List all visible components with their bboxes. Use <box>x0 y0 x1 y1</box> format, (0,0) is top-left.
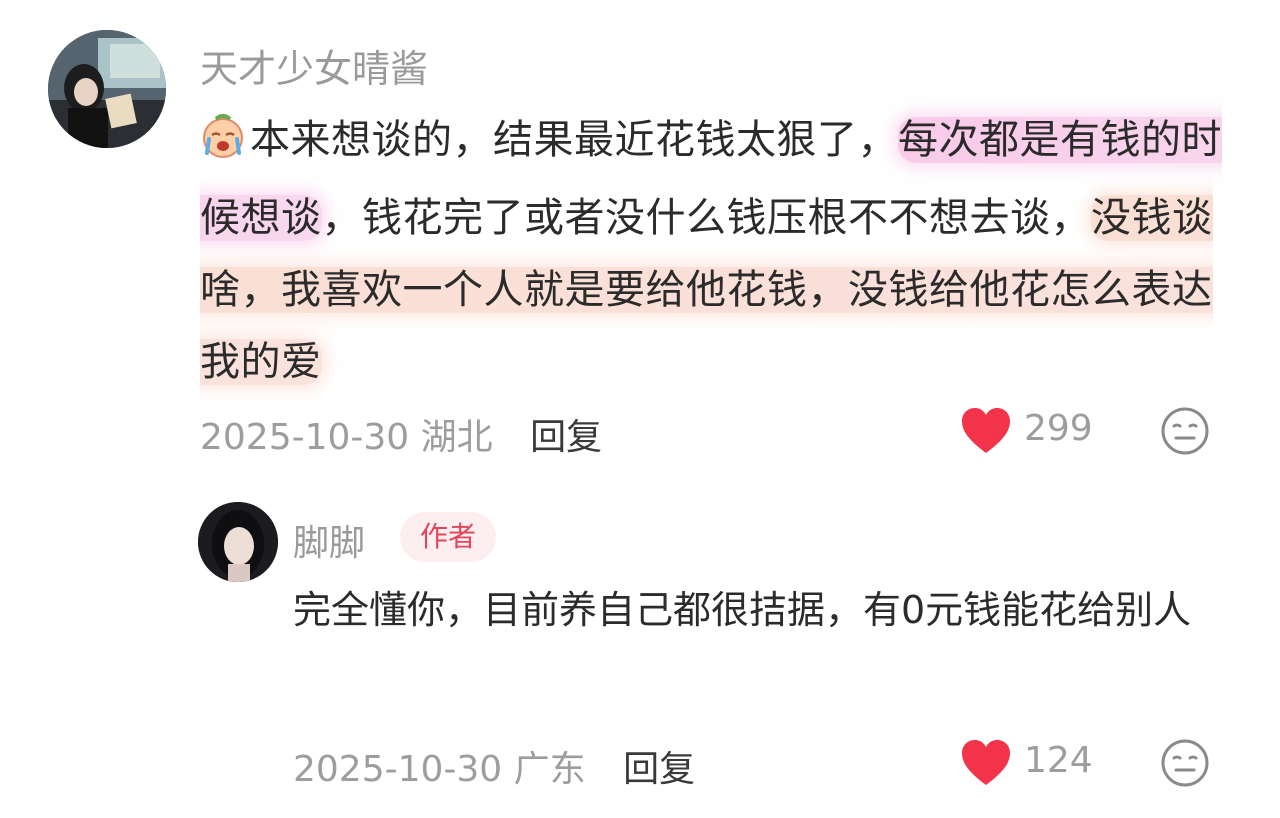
reply-body: 完全懂你，目前养自己都很拮据，有0元钱能花给别人 <box>293 588 1192 632</box>
reply-location: 广东 <box>513 749 586 790</box>
comment-date: 2025-10-30 <box>200 417 410 458</box>
heart-icon <box>962 740 1010 785</box>
avatar-woman-reading-icon <box>48 30 166 148</box>
neutral-face-icon <box>1161 407 1209 455</box>
reply-reply-button[interactable]: 回复 <box>623 749 695 790</box>
crying-face-emoji-icon <box>200 110 246 182</box>
comment-segment-plain: 本来想谈的，结果最近花钱太狠了， <box>250 117 898 163</box>
avatar-woman-portrait-icon <box>198 502 278 582</box>
reply-like-button[interactable] <box>960 739 1012 791</box>
author-badge: 作者 <box>400 512 497 562</box>
comment-meta: 2025-10-30 湖北 回复 <box>200 408 602 460</box>
avatar[interactable] <box>48 30 166 148</box>
reaction-button[interactable] <box>1160 406 1210 460</box>
reply-meta: 2025-10-30 广东 回复 <box>293 740 695 792</box>
like-count: 299 <box>1024 408 1093 449</box>
comment-segment-plain: ，钱花完了或者没什么钱压根不不想去谈， <box>321 195 1091 241</box>
like-button[interactable] <box>960 407 1012 459</box>
comment-body: 本来想谈的，结果最近花钱太狠了，每次都是有钱的时候想谈，钱花完了或者没什么钱压根… <box>200 104 1240 398</box>
reply-reaction-button[interactable] <box>1160 738 1210 792</box>
reply-username[interactable]: 脚脚 <box>293 514 365 566</box>
comment-location: 湖北 <box>420 417 493 458</box>
comment-username[interactable]: 天才少女晴酱 <box>200 38 428 93</box>
reply-date: 2025-10-30 <box>293 749 503 790</box>
heart-icon <box>962 408 1010 453</box>
reply-button[interactable]: 回复 <box>530 417 602 458</box>
neutral-face-icon <box>1161 739 1209 787</box>
reply-like-count: 124 <box>1024 740 1093 781</box>
reply-avatar[interactable] <box>198 502 278 582</box>
